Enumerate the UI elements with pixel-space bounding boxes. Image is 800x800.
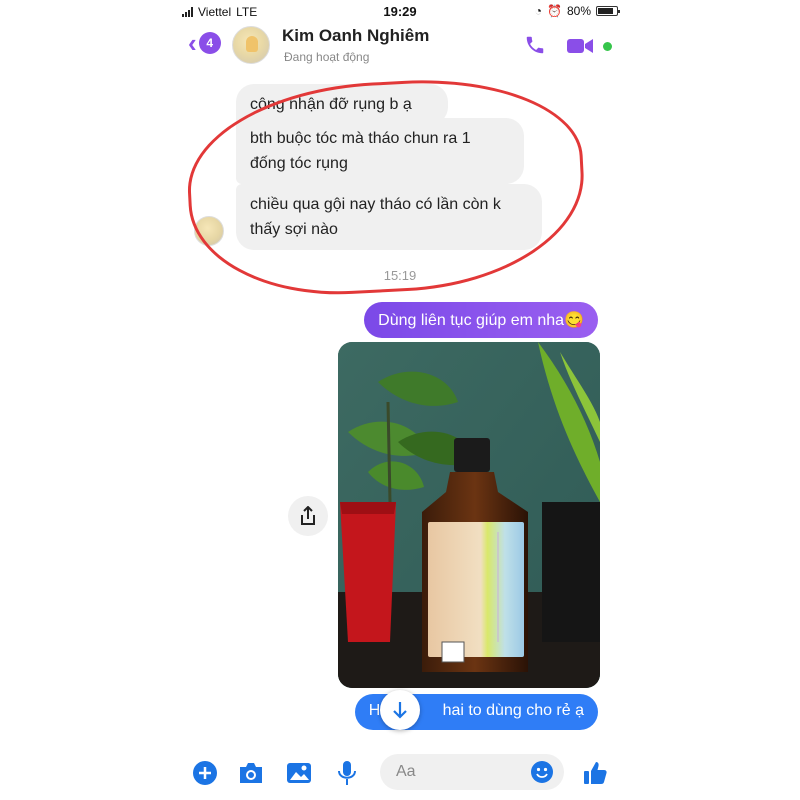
microphone-icon[interactable] <box>332 758 362 788</box>
scroll-to-bottom-button[interactable] <box>380 690 420 730</box>
back-button[interactable]: ‹ 4 <box>188 28 221 58</box>
message-text-end: hai to dùng cho rẻ ạ <box>442 702 584 719</box>
chevron-left-icon: ‹ <box>188 28 197 58</box>
lock-rotation-icon: ◔ <box>534 4 543 18</box>
message-input[interactable]: Aa <box>380 754 564 790</box>
phone-call-icon[interactable] <box>524 34 546 61</box>
chat-header: ‹ 4 Kim Oanh Nghiêm Đang hoạt động <box>174 22 626 72</box>
status-bar: Viettel LTE 19:29 ◔ ⏰ 80% <box>174 0 626 24</box>
battery-percent: 80% <box>566 4 591 18</box>
arrow-down-icon <box>393 702 407 719</box>
thumbs-up-icon[interactable] <box>580 758 610 788</box>
battery-icon <box>596 6 620 16</box>
message-placeholder: Aa <box>396 763 416 780</box>
unread-badge: 4 <box>198 32 221 54</box>
emoji-icon[interactable] <box>530 760 554 784</box>
message-composer: Aa <box>174 748 626 798</box>
presence-status: Đang hoạt động <box>284 50 370 64</box>
contact-avatar[interactable] <box>232 26 270 64</box>
message-timestamp: 15:19 <box>383 268 417 283</box>
contact-name[interactable]: Kim Oanh Nghiêm <box>282 26 429 46</box>
online-indicator <box>603 42 612 51</box>
plus-icon[interactable] <box>190 758 220 788</box>
messenger-screen: Viettel LTE 19:29 ◔ ⏰ 80% ‹ 4 Kim Oanh N… <box>174 0 626 800</box>
camera-icon[interactable] <box>236 758 266 788</box>
share-button[interactable] <box>288 496 328 536</box>
product-photo[interactable] <box>338 342 600 688</box>
outgoing-message[interactable]: Dùng liên tục giúp em nha😋 <box>364 302 598 338</box>
alarm-icon: ⏰ <box>547 4 562 18</box>
video-call-icon[interactable] <box>566 36 594 61</box>
gallery-icon[interactable] <box>284 758 314 788</box>
share-icon <box>301 506 315 525</box>
